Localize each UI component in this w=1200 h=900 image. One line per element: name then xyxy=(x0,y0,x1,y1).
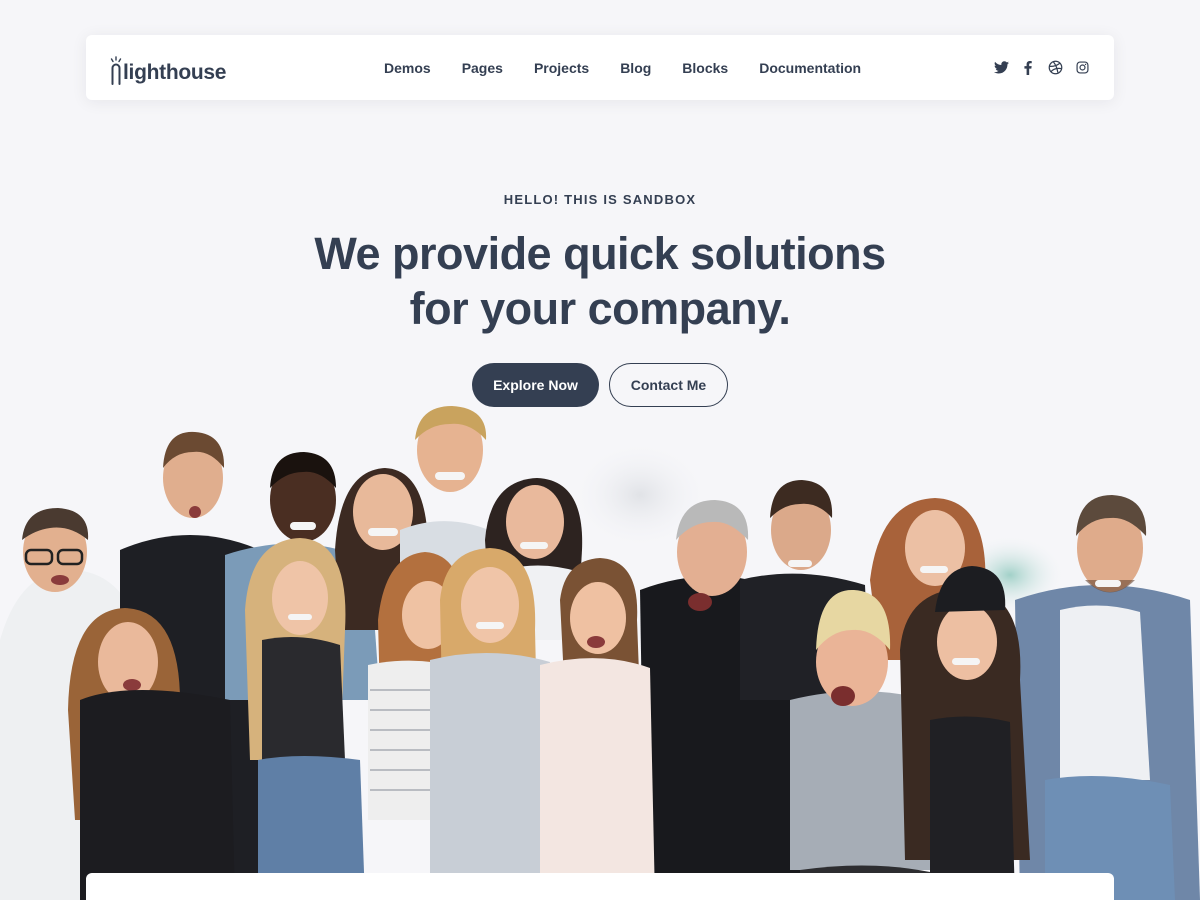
landing-page: lighthouse Demos Pages Projects Blog Blo… xyxy=(0,0,1200,900)
twitter-link[interactable] xyxy=(993,60,1009,76)
nav-item-blog[interactable]: Blog xyxy=(620,60,651,76)
instagram-link[interactable] xyxy=(1074,60,1090,76)
nav-item-documentation[interactable]: Documentation xyxy=(759,60,861,76)
facebook-icon xyxy=(1024,60,1032,75)
navbar: lighthouse Demos Pages Projects Blog Blo… xyxy=(86,35,1114,100)
facebook-link[interactable] xyxy=(1020,60,1036,76)
instagram-icon xyxy=(1075,61,1089,74)
dribbble-icon xyxy=(1048,60,1062,75)
hero-headline: We provide quick solutions for your comp… xyxy=(200,226,1000,336)
content-card-top xyxy=(86,873,1114,900)
hero-eyebrow: HELLO! THIS IS SANDBOX xyxy=(503,192,697,207)
hero-headline-line-1: We provide quick solutions xyxy=(314,228,886,279)
lighthouse-logo-icon xyxy=(110,56,122,85)
twitter-icon xyxy=(993,61,1009,74)
social-links xyxy=(982,35,1090,100)
hero-group-photo xyxy=(0,400,1200,900)
dribbble-link[interactable] xyxy=(1047,60,1063,76)
hero-headline-line-2: for your company. xyxy=(409,283,791,334)
nav-item-projects[interactable]: Projects xyxy=(534,60,589,76)
main-nav: Demos Pages Projects Blog Blocks Documen… xyxy=(384,35,861,100)
nav-item-blocks[interactable]: Blocks xyxy=(682,60,728,76)
nav-item-pages[interactable]: Pages xyxy=(462,60,503,76)
logo[interactable]: lighthouse xyxy=(110,53,226,85)
nav-item-demos[interactable]: Demos xyxy=(384,60,431,76)
logo-text: lighthouse xyxy=(123,61,227,84)
